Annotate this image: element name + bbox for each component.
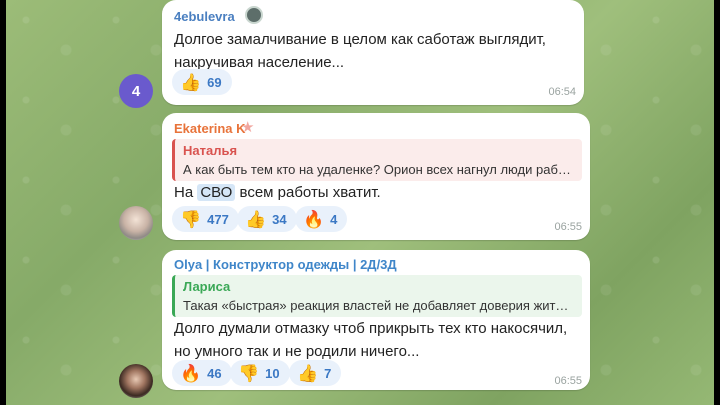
reply-quote[interactable]: Наталья А как быть тем кто на удаленке? …	[172, 139, 582, 181]
reaction-thumbs-up[interactable]: 👍 7	[289, 360, 342, 386]
message-text-end: всем работы хватит.	[235, 184, 381, 201]
reaction-fire[interactable]: 🔥 4	[295, 206, 348, 232]
message-text: Долгое замалчивание в целом как саботаж …	[174, 28, 574, 74]
sender-name[interactable]: 4ebulevra	[174, 9, 235, 24]
fire-icon: 🔥	[303, 209, 325, 229]
reaction-count: 4	[330, 211, 338, 227]
sender-name[interactable]: Olya | Конструктор одежды | 2Д/3Д	[174, 257, 397, 272]
reaction-count: 7	[324, 365, 332, 381]
avatar[interactable]	[119, 206, 153, 240]
message-time: 06:55	[554, 221, 582, 233]
reaction-thumbs-down[interactable]: 👎 10	[230, 360, 290, 386]
reaction-fire[interactable]: 🔥 46	[172, 360, 232, 386]
sender-badge-icon	[245, 6, 263, 24]
avatar-label: 4	[131, 82, 141, 100]
message-time: 06:55	[554, 375, 582, 387]
star-icon: ★	[241, 119, 255, 136]
chat-background: 4ebulevra Долгое замалчивание в целом ка…	[6, 0, 714, 405]
reaction-count: 34	[272, 211, 287, 227]
message-time: 06:54	[548, 86, 576, 98]
sender-name[interactable]: Ekaterina K	[174, 121, 246, 136]
thumbs-up-icon: 👍	[297, 363, 319, 383]
quote-text: Такая «быстрая» реакция властей не добав…	[183, 298, 574, 313]
avatar[interactable]: 4	[119, 74, 153, 108]
message-text-start: На	[174, 184, 198, 201]
message-line: Долго думали отмазку чтоб прикрыть тех к…	[174, 320, 568, 337]
message-bubble[interactable]: 4ebulevra Долгое замалчивание в целом ка…	[162, 0, 584, 105]
reaction-thumbs-down[interactable]: 👎 477	[172, 206, 239, 232]
avatar[interactable]	[119, 364, 153, 398]
reaction-count: 10	[265, 365, 280, 381]
reaction-thumbs-up[interactable]: 👍 34	[237, 206, 297, 232]
highlighted-hashtag[interactable]: СВО	[197, 184, 236, 201]
reply-quote[interactable]: Лариса Такая «быстрая» реакция властей н…	[172, 275, 582, 317]
thumbs-up-icon: 👍	[180, 72, 202, 92]
reaction-count: 46	[207, 365, 222, 381]
message-line: но умного так и не родили ничего...	[174, 343, 420, 360]
fire-icon: 🔥	[180, 363, 202, 383]
message-text: На СВО всем работы хватит.	[174, 181, 381, 204]
message-line: накручивая население...	[174, 54, 345, 71]
message-bubble[interactable]: Ekaterina K ★ Наталья А как быть тем кто…	[162, 113, 590, 240]
message-line: Долгое замалчивание в целом как саботаж …	[174, 31, 546, 48]
reaction-count: 69	[207, 74, 222, 90]
quote-author: Лариса	[183, 279, 231, 294]
thumbs-down-icon: 👎	[180, 209, 202, 229]
reaction-thumbs-up[interactable]: 👍 69	[172, 69, 232, 95]
thumbs-down-icon: 👎	[238, 363, 260, 383]
thumbs-up-icon: 👍	[245, 209, 267, 229]
message-bubble[interactable]: Olya | Конструктор одежды | 2Д/3Д Лариса…	[162, 250, 590, 390]
quote-author: Наталья	[183, 143, 238, 158]
message-text: Долго думали отмазку чтоб прикрыть тех к…	[174, 317, 584, 363]
quote-text: А как быть тем кто на удаленке? Орион вс…	[183, 162, 574, 177]
reaction-count: 477	[207, 211, 229, 227]
